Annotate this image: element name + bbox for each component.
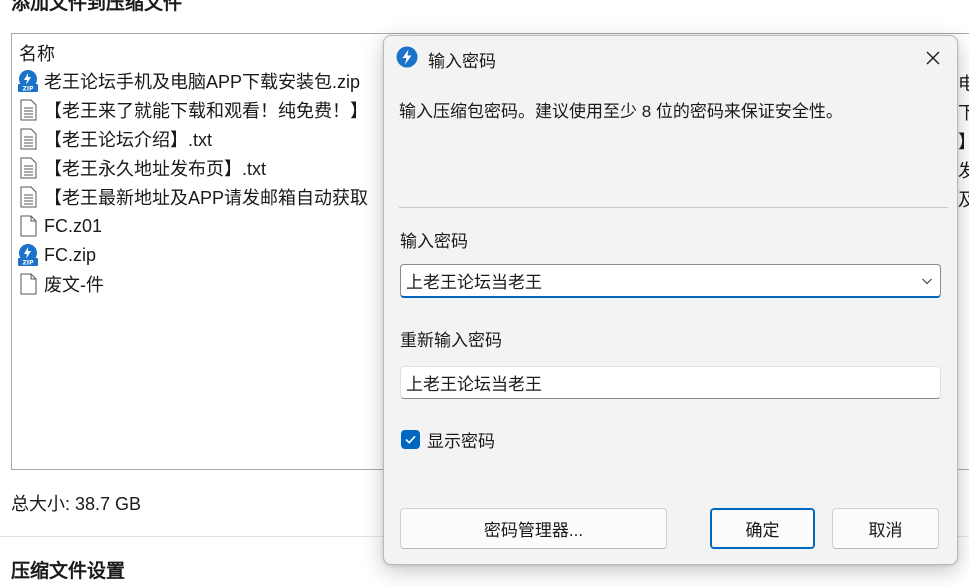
file-row[interactable]: 【老王来了就能下载和观看！纯免费！】: [17, 96, 368, 124]
close-button[interactable]: [918, 45, 948, 71]
password-dialog: 输入密码 输入压缩包密码。建议使用至少 8 位的密码来保证安全性。 输入密码 重…: [383, 35, 958, 565]
app-icon: [396, 46, 418, 68]
window-title: 添加文件到压缩文件: [11, 0, 183, 14]
file-name: FC.zip: [44, 244, 97, 265]
file-row[interactable]: ZIP FC.zip: [17, 241, 96, 269]
text-file-icon: [20, 128, 37, 150]
truncated-column-text: 发: [958, 161, 969, 181]
zip-icon: ZIP: [18, 70, 38, 93]
dialog-titlebar[interactable]: 输入密码: [384, 36, 957, 78]
file-name: 【老王论坛介绍】.txt: [44, 130, 213, 150]
close-icon: [926, 51, 940, 65]
reenter-password-input[interactable]: [401, 367, 931, 398]
chevron-down-icon[interactable]: [920, 274, 934, 288]
settings-section-title: 压缩文件设置: [11, 561, 126, 582]
truncated-column-text: 】: [958, 128, 969, 154]
cancel-button[interactable]: 取消: [832, 508, 939, 549]
checkbox[interactable]: [401, 430, 420, 449]
zip-icon: ZIP: [18, 244, 38, 267]
dialog-description: 输入压缩包密码。建议使用至少 8 位的密码来保证安全性。: [399, 102, 843, 121]
file-row[interactable]: FC.z01: [17, 212, 102, 240]
file-row[interactable]: 【老王永久地址发布页】.txt: [17, 154, 266, 182]
blank-file-icon: [20, 215, 37, 237]
text-file-icon: [20, 157, 37, 179]
file-name: 【老王永久地址发布页】.txt: [44, 159, 267, 179]
truncated-column-text: 电: [958, 74, 969, 94]
reenter-password-label: 重新输入密码: [400, 331, 502, 350]
blank-file-icon: [20, 273, 37, 295]
show-password-label: 显示密码: [427, 432, 495, 451]
dialog-title: 输入密码: [428, 52, 496, 71]
show-password-checkbox[interactable]: 显示密码: [401, 427, 495, 452]
text-file-icon: [20, 99, 37, 121]
password-input[interactable]: [401, 265, 901, 296]
file-row[interactable]: 废文-件: [17, 270, 104, 298]
total-size: 总大小: 38.7 GB: [11, 494, 142, 514]
file-name: 【老王来了就能下载和观看！纯免费！】: [44, 101, 368, 121]
column-header-name[interactable]: 名称: [19, 40, 55, 66]
reenter-password-field[interactable]: [400, 366, 941, 399]
file-row[interactable]: 【老王论坛介绍】.txt: [17, 125, 212, 153]
ok-button[interactable]: 确定: [710, 508, 815, 549]
password-combobox[interactable]: [400, 264, 941, 298]
file-name: 【老王最新地址及APP请发邮箱自动获取: [44, 188, 369, 208]
file-row[interactable]: 【老王最新地址及APP请发邮箱自动获取: [17, 183, 368, 211]
truncated-column-text: 及: [958, 190, 969, 210]
file-name: 废文-件: [44, 275, 104, 295]
file-name: FC.z01: [44, 215, 103, 236]
file-name: 老王论坛手机及电脑APP下载安装包.zip: [44, 72, 361, 92]
svg-text:ZIP: ZIP: [23, 86, 35, 93]
checkmark-icon: [405, 435, 416, 444]
password-label: 输入密码: [400, 232, 468, 251]
divider: [399, 207, 948, 208]
svg-text:ZIP: ZIP: [23, 260, 35, 267]
text-file-icon: [20, 186, 37, 208]
file-row[interactable]: ZIP 老王论坛手机及电脑APP下载安装包.zip: [17, 67, 360, 95]
password-manager-button[interactable]: 密码管理器...: [400, 508, 667, 549]
truncated-column-text: 下: [958, 103, 969, 123]
